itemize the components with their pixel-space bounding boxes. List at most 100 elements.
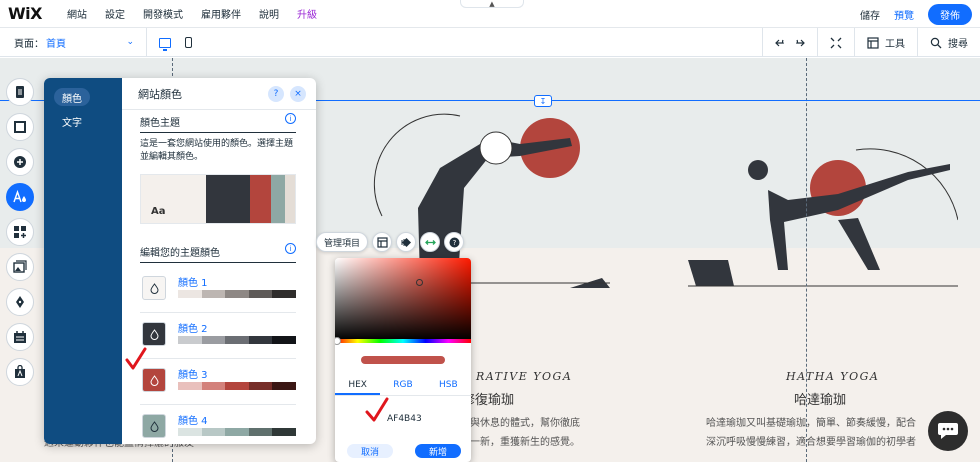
undo-redo-group [762, 28, 817, 57]
manage-items-button[interactable]: 管理項目 [316, 232, 369, 252]
tools-button[interactable]: 工具 [854, 28, 917, 57]
animation-icon [401, 237, 411, 247]
top-menu: 網站 設定 開發模式 雇用夥伴 說明 升級 [58, 6, 326, 21]
tab-hex[interactable]: HEX [335, 376, 381, 395]
square-icon [14, 121, 26, 133]
cancel-button[interactable]: 取消 [347, 444, 393, 458]
menu-help[interactable]: 說明 [250, 6, 288, 21]
menu-upgrade[interactable]: 升級 [288, 6, 326, 21]
color-swatch-4[interactable] [142, 414, 166, 438]
tab-text[interactable]: 文字 [54, 112, 90, 130]
blog-button[interactable] [6, 288, 34, 316]
saturation-area[interactable] [335, 258, 471, 340]
info-icon[interactable]: i [285, 113, 296, 124]
saturation-cursor[interactable] [416, 279, 423, 286]
desktop-icon[interactable] [159, 37, 171, 51]
theme-design-button[interactable] [6, 183, 34, 211]
font-drop-icon [13, 190, 26, 203]
media-button[interactable] [6, 253, 34, 281]
tab-hsb[interactable]: HSB [426, 376, 471, 395]
hex-input[interactable]: AF4B43 [387, 414, 422, 424]
arrow-down-icon: ↧ [539, 96, 547, 106]
info-icon[interactable]: i [285, 243, 296, 254]
chat-button[interactable] [928, 411, 968, 451]
yoga-illustration-right[interactable] [688, 110, 958, 290]
page-label: 頁面： [14, 38, 44, 50]
add-button[interactable] [6, 148, 34, 176]
collapse-topbar-tab[interactable]: ▲ [460, 0, 524, 8]
publish-button[interactable]: 發佈 [928, 4, 972, 25]
row-divider [140, 312, 296, 313]
page-selector[interactable]: 頁面： 首頁 ⌄ [14, 35, 134, 50]
color-shades-3[interactable] [178, 382, 296, 390]
menu-site[interactable]: 網站 [58, 6, 96, 21]
theme-color-2 [249, 175, 272, 223]
search-label: 搜尋 [948, 39, 968, 50]
redo-icon[interactable] [793, 38, 805, 48]
color-shades-2[interactable] [178, 336, 296, 344]
add-color-button[interactable]: 新增 [415, 444, 461, 458]
chevron-up-icon: ▲ [489, 0, 495, 8]
store-button[interactable] [6, 358, 34, 386]
right-yoga-desc[interactable]: 哈達瑜珈又叫基礎瑜珈，簡單、節奏緩慢，配合 深沉呼吸慢慢練習，適合想要學習瑜伽的… [706, 414, 916, 452]
color-shades-4[interactable] [178, 428, 296, 436]
animation-button[interactable] [396, 232, 417, 252]
hue-slider[interactable] [335, 339, 471, 343]
site-colors-panel: 顏色 文字 網站顏色 ? × 顏色主題 i 這是一套您網站使用的顏色。選擇主題並… [44, 78, 316, 444]
help-button[interactable]: ? [444, 232, 465, 252]
help-icon: ? [449, 237, 460, 247]
tab-rgb[interactable]: RGB [380, 376, 425, 395]
color-swatch-2[interactable] [142, 322, 166, 346]
bookings-button[interactable] [6, 323, 34, 351]
theme-color-3 [271, 175, 286, 223]
search-icon [930, 37, 942, 48]
tools-icon [867, 36, 879, 49]
menu-hire[interactable]: 雇用夥伴 [192, 6, 250, 21]
search-button[interactable]: 搜尋 [917, 28, 980, 57]
color-swatch-1[interactable] [142, 276, 166, 300]
pages-icon [16, 86, 24, 98]
color-picker-popup: HEX RGB HSB AF4B43 取消 新增 [335, 258, 471, 462]
strip-stretch-handle[interactable]: ↧ [534, 95, 552, 107]
wix-logo[interactable]: WiX [8, 4, 42, 23]
theme-preview-card[interactable]: Aa [140, 174, 296, 224]
color-row-1[interactable]: 顏色 1 [140, 274, 296, 304]
theme-heading: 顏色主題 i [140, 113, 296, 133]
theme-color-4 [285, 175, 295, 223]
hue-slider-handle[interactable] [335, 337, 341, 345]
tab-colors[interactable]: 顏色 [54, 88, 90, 106]
help-button[interactable]: ? [268, 86, 284, 102]
stretch-button[interactable] [420, 232, 441, 252]
media-icon [13, 260, 27, 273]
color-row-4[interactable]: 顏色 4 [140, 412, 296, 442]
color-name-3: 顏色 3 [178, 370, 208, 381]
color-row-2[interactable]: 顏色 2 [140, 320, 296, 350]
element-toolbar: 管理項目 ? [316, 232, 465, 252]
apps-button[interactable] [6, 218, 34, 246]
background-button[interactable] [6, 113, 34, 141]
zoom-out-cell[interactable] [817, 28, 854, 57]
row-divider [140, 404, 296, 405]
droplet-icon [149, 282, 159, 294]
mobile-icon[interactable] [185, 37, 192, 48]
menu-settings[interactable]: 設定 [96, 6, 134, 21]
color-row-3[interactable]: 顏色 3 [140, 366, 296, 396]
undo-icon[interactable] [775, 38, 787, 48]
color-name-1: 顏色 1 [178, 278, 208, 289]
right-yoga-title[interactable]: HATHA YOGA [786, 370, 879, 383]
edit-heading: 編輯您的主題顏色 i [140, 243, 296, 263]
chevron-down-icon: ⌄ [126, 37, 134, 47]
right-yoga-zh[interactable]: 哈達瑜珈 [794, 389, 846, 408]
menu-dev-mode[interactable]: 開發模式 [134, 6, 192, 21]
close-button[interactable]: × [290, 86, 306, 102]
color-shades-1[interactable] [178, 290, 296, 298]
apps-icon [14, 226, 26, 238]
pages-button[interactable] [6, 78, 34, 106]
right-desc-line-2: 深沉呼吸慢慢練習，適合想要學習瑜伽的初學者 [706, 437, 916, 448]
red-check-mark-icon [125, 347, 147, 370]
preview-button[interactable]: 預覽 [894, 7, 914, 22]
left-yoga-title[interactable]: RATIVE YOGA [476, 370, 572, 383]
layout-button[interactable] [372, 232, 393, 252]
save-button[interactable]: 儲存 [860, 7, 880, 22]
device-switcher [146, 28, 192, 57]
